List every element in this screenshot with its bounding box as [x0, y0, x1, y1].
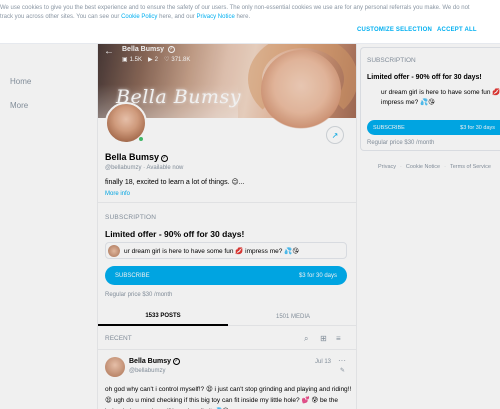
likes-count: 371.8K: [171, 56, 191, 63]
post-author: Bella Bumsy ✓: [129, 358, 181, 365]
post-avatar[interactable]: [105, 357, 125, 377]
photos-count: 1.5K: [129, 56, 143, 63]
heart-icon: ♡: [163, 57, 170, 63]
regular-price: Regular price $30 /month: [105, 292, 173, 298]
subscribe-price: $3 for 30 days: [298, 272, 337, 279]
profile-name-text: Bella Bumsy: [105, 152, 160, 162]
nav-more[interactable]: More: [10, 101, 28, 110]
cover-name-text: Bella Bumsy: [122, 46, 165, 53]
footer-privacy-link[interactable]: Privacy: [378, 164, 396, 170]
sidebar-promo-message: ur dream girl is here to have some fun 💋…: [367, 88, 500, 116]
grid-icon[interactable]: ⊞: [320, 334, 327, 343]
subscribe-label: SUBSCRIBE: [115, 272, 150, 279]
mini-avatar: [108, 244, 120, 257]
profile-tabs: 1533 POSTS 1501 MEDIA: [98, 308, 356, 326]
image-icon: ▣: [122, 57, 128, 63]
promo-message-text: ur dream girl is here to have some fun 💋…: [124, 247, 300, 255]
share-icon: ↗: [331, 130, 339, 140]
profile-handle: @bellabumzy: [105, 165, 142, 171]
verified-icon: ✓: [161, 155, 169, 162]
post-author-text: Bella Bumsy: [129, 358, 172, 365]
cookie-text-3: here.: [234, 14, 251, 20]
cookie-policy-link[interactable]: Cookie Policy: [121, 14, 157, 20]
sidebar-regular-price: Regular price $30 /month: [367, 140, 435, 146]
more-info-link[interactable]: More info: [105, 191, 130, 197]
profile-handle-line: @bellabumzy · Available now: [105, 165, 184, 171]
more-icon[interactable]: ···: [338, 356, 346, 365]
video-icon: ▶: [148, 57, 153, 63]
nav-home[interactable]: Home: [10, 77, 31, 86]
online-indicator: [138, 136, 144, 142]
post-handle: @bellabumzy: [129, 368, 166, 374]
cookie-text: We use cookies to give you the best expe…: [0, 4, 475, 22]
photos-stat: ▣ 1.5K: [122, 56, 143, 64]
profile-name: Bella Bumsy ✓: [105, 152, 169, 162]
likes-stat: ♡ 371.8K: [163, 56, 191, 64]
cover-name: Bella Bumsy ✓: [122, 46, 175, 53]
accept-all-button[interactable]: ACCEPT ALL: [437, 27, 477, 33]
videos-stat: ▶ 2: [148, 56, 158, 64]
sidebar-promo-text: ur dream girl is here to have some fun 💋…: [381, 89, 500, 106]
back-arrow-icon[interactable]: ←: [104, 46, 114, 57]
footer-cookie-link[interactable]: Cookie Notice: [406, 164, 440, 170]
subscription-card: SUBSCRIPTION Limited offer - 90% off for…: [360, 47, 500, 151]
cover-stats: ▣ 1.5K ▶ 2 ♡ 371.8K: [122, 56, 191, 64]
sidebar-subscribe-price: $3 for 30 days: [460, 124, 495, 131]
divider: [98, 202, 356, 203]
divider: [98, 349, 356, 350]
cookie-text-2: here, and our: [157, 14, 197, 20]
sidebar-offer-title: Limited offer - 90% off for 30 days!: [367, 74, 482, 81]
profile-column: Bella Bumsy ← Bella Bumsy ✓ ▣ 1.5K ▶ 2 ♡ 37…: [97, 44, 357, 409]
left-nav: Home More: [0, 44, 97, 409]
footer-separator: ·: [444, 164, 446, 170]
post-text: oh god why can't i control myself!? 😫 i …: [105, 386, 352, 409]
sidebar-subscribe-label: SUBSCRIBE: [373, 124, 405, 131]
tab-posts[interactable]: 1533 POSTS: [98, 308, 228, 326]
post-date: Jul 13: [315, 359, 332, 365]
sidebar-subscription-label: SUBSCRIPTION: [367, 57, 416, 64]
sidebar-subscribe-button[interactable]: SUBSCRIBE $3 for 30 days: [367, 120, 500, 135]
videos-count: 2: [154, 56, 158, 63]
subscription-label: SUBSCRIPTION: [105, 214, 157, 221]
right-sidebar: SUBSCRIPTION Limited offer - 90% off for…: [360, 44, 500, 409]
footer-links: Privacy · Cookie Notice · Terms of Servi…: [378, 164, 491, 170]
sort-icon[interactable]: ≡: [336, 334, 341, 343]
subscribe-button[interactable]: SUBSCRIBE $3 for 30 days: [105, 266, 347, 285]
footer-separator: ·: [400, 164, 402, 170]
share-button[interactable]: ↗: [326, 126, 344, 144]
customize-selection-button[interactable]: CUSTOMIZE SELECTION: [357, 27, 432, 33]
verified-icon: ✓: [173, 358, 181, 365]
promo-message: ur dream girl is here to have some fun 💋…: [105, 242, 347, 259]
pin-icon: ✎: [340, 368, 346, 374]
recent-label: RECENT: [105, 335, 132, 342]
footer-terms-link[interactable]: Terms of Service: [450, 164, 491, 170]
tab-media[interactable]: 1501 MEDIA: [228, 308, 356, 326]
offer-title: Limited offer - 90% off for 30 days!: [105, 229, 245, 239]
search-icon[interactable]: ⌕: [304, 334, 308, 344]
profile-bio: finally 18, excited to learn a lot of th…: [105, 179, 245, 186]
profile-status: Available now: [146, 165, 184, 171]
verified-icon: ✓: [167, 46, 175, 53]
cookie-banner: We use cookies to give you the best expe…: [0, 0, 500, 44]
cover-face-shape: [261, 50, 341, 130]
privacy-notice-link[interactable]: Privacy Notice: [196, 14, 234, 20]
